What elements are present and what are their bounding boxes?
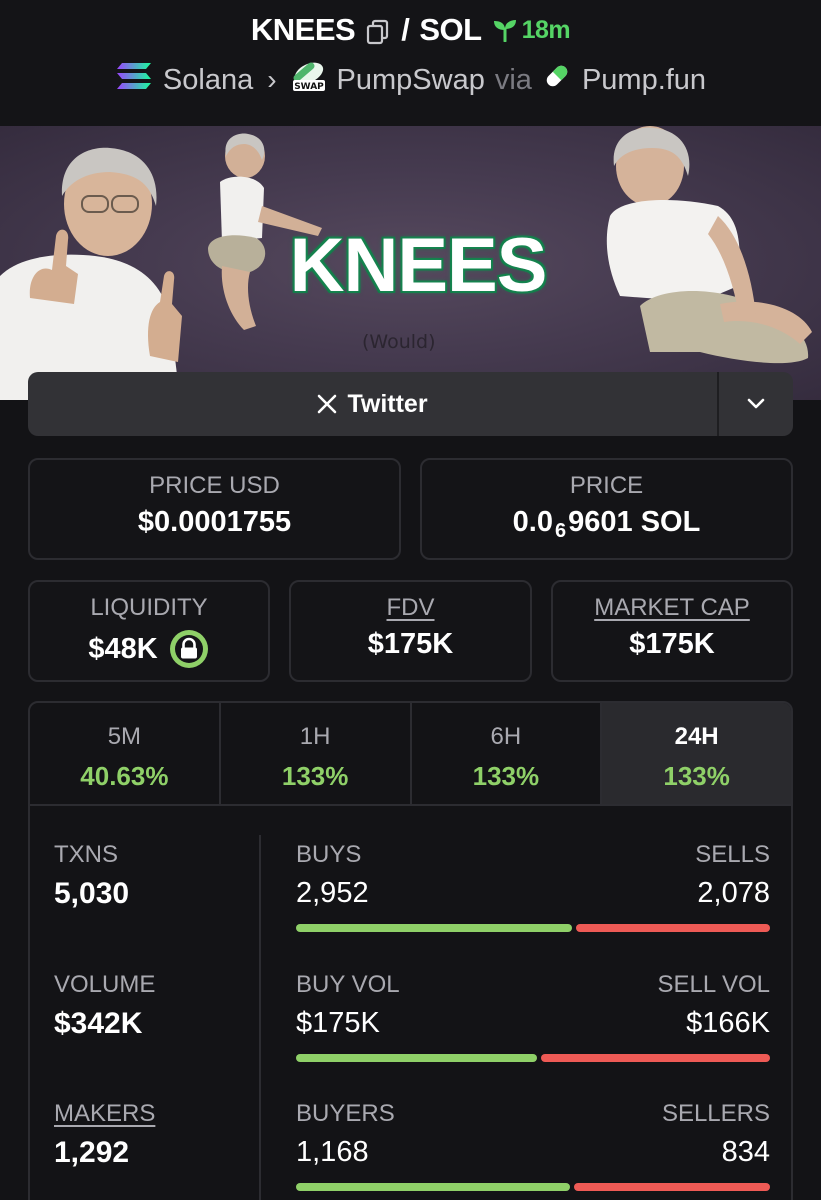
twitter-label: Twitter xyxy=(347,389,428,418)
buyers-value: 1,168 xyxy=(296,1136,369,1168)
buyers-sellers-stat: BUYERS SELLERS 1,168 834 xyxy=(296,1100,770,1191)
sellers-value: 834 xyxy=(721,1136,770,1168)
tab-change: 133% xyxy=(663,761,730,791)
buy-vol-value: $175K xyxy=(296,1007,380,1039)
buyers-bar-fill xyxy=(296,1183,571,1191)
timeframe-stats-panel: 5M 40.63% 1H 133% 6H 133% 24H 133% TXNS … xyxy=(28,701,793,1200)
price-usd-label: PRICE USD xyxy=(149,472,280,499)
social-links-bar: Twitter xyxy=(28,372,793,436)
price-usd-value: $0.0001755 xyxy=(137,506,292,538)
buys-sells-bar xyxy=(296,924,770,932)
svg-text:SWAP: SWAP xyxy=(294,82,324,92)
lock-icon[interactable] xyxy=(168,628,210,670)
twitter-button[interactable]: Twitter xyxy=(28,372,717,436)
tab-change: 133% xyxy=(472,761,540,791)
market-cap-box: MARKET CAP $175K xyxy=(551,580,793,682)
fdv-value: $175K xyxy=(367,628,454,660)
txns-stat: TXNS 5,030 xyxy=(54,841,254,911)
chain-breadcrumb: Solana › SWAP PumpSwap via Pump.fun xyxy=(0,60,821,100)
token-banner: KNEES (Would) xyxy=(0,126,821,400)
sells-value: 2,078 xyxy=(697,877,770,909)
tab-label: 5M xyxy=(107,723,142,750)
tab-label: 6H xyxy=(490,723,522,750)
pair-header: KNEES / SOL 18m Solana › SWAP PumpSwap v… xyxy=(0,0,821,126)
copy-icon[interactable] xyxy=(365,17,391,45)
banner-figure-left xyxy=(0,147,182,400)
price-native-zero-count: 6 xyxy=(555,520,567,542)
chevron-down-icon xyxy=(747,398,765,409)
price-native-suffix: 9601 SOL xyxy=(568,506,701,538)
tab-1h[interactable]: 1H 133% xyxy=(221,703,412,804)
banner-subtitle: (Would) xyxy=(362,331,436,353)
launchpad-link[interactable]: Pump.fun xyxy=(582,64,706,97)
quote-symbol: SOL xyxy=(419,12,482,47)
sell-vol-bar-fill xyxy=(541,1054,770,1062)
buyers-sellers-bar xyxy=(296,1183,770,1191)
solana-icon xyxy=(115,61,153,99)
column-divider xyxy=(259,835,261,1200)
price-native-prefix: 0.0 xyxy=(512,506,553,538)
pair-separator: / xyxy=(401,12,410,47)
tab-label: 24H xyxy=(674,723,719,750)
sells-bar-fill xyxy=(575,924,770,932)
fdv-box: FDV $175K xyxy=(289,580,532,682)
buy-vol-label: BUY VOL xyxy=(296,971,400,998)
chevron-right-icon: › xyxy=(267,64,277,95)
timeframe-tabs: 5M 40.63% 1H 133% 6H 133% 24H 133% xyxy=(30,703,791,806)
buy-sell-volume-stat: BUY VOL SELL VOL $175K $166K xyxy=(296,971,770,1062)
buys-value: 2,952 xyxy=(296,877,369,909)
buyers-label: BUYERS xyxy=(296,1100,395,1127)
more-links-dropdown[interactable] xyxy=(717,372,793,436)
sell-vol-label: SELL VOL xyxy=(657,971,770,998)
seedling-icon xyxy=(493,20,516,42)
makers-stat: MAKERS 1,292 xyxy=(54,1100,254,1170)
buys-bar-fill xyxy=(296,924,572,932)
pill-icon xyxy=(542,61,572,99)
tab-24h[interactable]: 24H 133% xyxy=(602,703,791,804)
dex-link[interactable]: PumpSwap xyxy=(337,64,485,97)
price-native-box: PRICE 0.0 6 9601 SOL xyxy=(420,458,793,560)
volume-value: $342K xyxy=(54,1007,143,1040)
buy-vol-bar-fill xyxy=(296,1054,538,1062)
sells-label: SELLS xyxy=(695,841,770,868)
volume-stat: VOLUME $342K xyxy=(54,971,254,1041)
txns-value: 5,030 xyxy=(54,877,130,910)
buys-label: BUYS xyxy=(296,841,362,868)
txns-label: TXNS xyxy=(54,841,119,868)
sellers-label: SELLERS xyxy=(661,1100,770,1127)
token-symbol: KNEES xyxy=(250,12,356,47)
pair-age: 18m xyxy=(492,16,571,45)
liquidity-box: LIQUIDITY $48K xyxy=(28,580,270,682)
liquidity-label: LIQUIDITY xyxy=(90,594,208,621)
market-cap-value: $175K xyxy=(629,628,715,660)
price-usd-box: PRICE USD $0.0001755 xyxy=(28,458,401,560)
pumpswap-icon: SWAP xyxy=(291,60,327,100)
fdv-label[interactable]: FDV xyxy=(291,594,530,622)
x-logo-icon xyxy=(318,394,337,414)
volume-label: VOLUME xyxy=(54,971,156,998)
age-text: 18m xyxy=(521,15,571,44)
pair-title: KNEES / SOL 18m xyxy=(0,12,821,48)
volume-bar xyxy=(296,1054,770,1062)
makers-label[interactable]: MAKERS xyxy=(54,1100,254,1128)
price-native-label: PRICE xyxy=(569,472,644,499)
makers-value: 1,292 xyxy=(54,1136,130,1169)
via-text: via xyxy=(494,63,532,96)
sell-vol-value: $166K xyxy=(686,1007,770,1039)
market-cap-label[interactable]: MARKET CAP xyxy=(553,594,791,622)
tab-5m[interactable]: 5M 40.63% xyxy=(30,703,221,804)
buys-sells-stat: BUYS SELLS 2,952 2,078 xyxy=(296,841,770,932)
tab-6h[interactable]: 6H 133% xyxy=(412,703,603,804)
chain-link[interactable]: Solana xyxy=(163,64,253,97)
liquidity-value: $48K xyxy=(88,632,158,665)
tab-change: 133% xyxy=(281,761,349,791)
banner-figure-right xyxy=(606,126,812,364)
sellers-bar-fill xyxy=(574,1183,770,1191)
tab-label: 1H xyxy=(299,723,331,750)
tab-change: 40.63% xyxy=(80,761,169,791)
banner-title: KNEES xyxy=(289,223,548,308)
